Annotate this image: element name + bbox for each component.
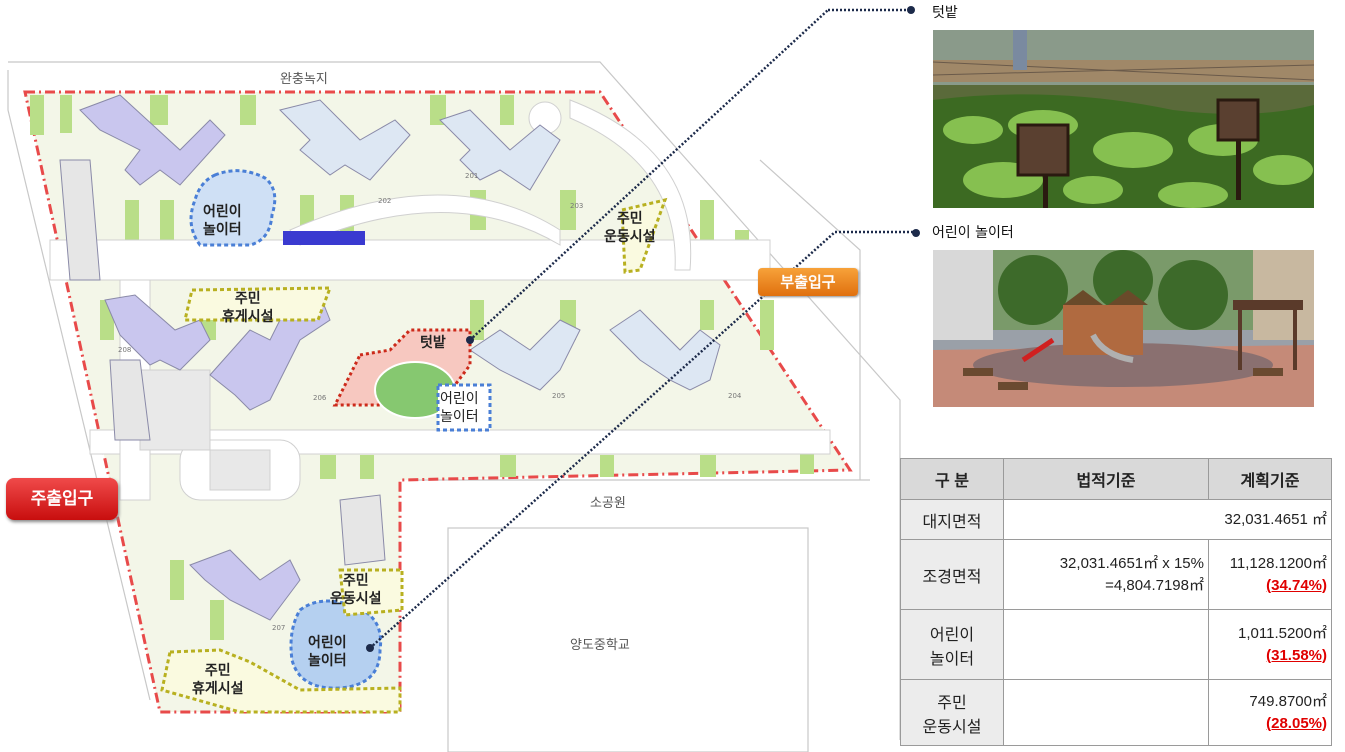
garden-label: 텃밭	[420, 335, 446, 351]
plan-value-cell: 11,128.1200㎡ (34.74%)	[1208, 539, 1332, 610]
plan-value-cell: 749.8700㎡ (28.05%)	[1208, 679, 1332, 746]
rest-label-1: 주민 휴게시설	[222, 291, 274, 325]
plan-percent: (28.05%)	[1266, 714, 1327, 732]
exercise-label-1: 주민 운동시설	[604, 211, 656, 245]
buffer-green-label: 완충녹지	[280, 72, 328, 87]
plan-percent: (31.58%)	[1266, 646, 1327, 664]
plan-value: 11,128.1200㎡	[1229, 554, 1327, 572]
parking-plaza	[139, 369, 211, 451]
table-header: 계획기준	[1208, 458, 1332, 500]
garden-photo	[933, 30, 1314, 208]
garden-photo-caption: 텃밭	[932, 5, 958, 21]
svg-text:201: 201	[465, 172, 478, 180]
rest-label-2: 주민 휴게시설	[192, 663, 244, 697]
table-header: 법적기준	[1003, 458, 1209, 500]
exercise-label-2: 주민 운동시설	[330, 573, 382, 607]
landscape-area-table: 구 분 법적기준 계획기준 대지면적 32,031.4651 ㎡ 조경면적 32…	[900, 458, 1332, 746]
playground-photo	[933, 250, 1314, 407]
row-label: 주민 운동시설	[900, 679, 1004, 746]
legal-standard-value	[1003, 679, 1209, 746]
row-label: 조경면적	[900, 539, 1004, 610]
playground-label-1: 어린이 놀이터	[203, 204, 242, 238]
plan-value: 1,011.5200㎡	[1238, 624, 1327, 642]
playground-photo-caption: 어린이 놀이터	[932, 225, 1014, 241]
svg-text:202: 202	[378, 197, 391, 205]
svg-text:207: 207	[272, 624, 285, 632]
svg-text:208: 208	[118, 346, 131, 354]
plan-value-cell: 1,011.5200㎡ (31.58%)	[1208, 609, 1332, 680]
legal-standard-value: 32,031.4651㎡ x 15% =4,804.7198㎡	[1003, 539, 1209, 610]
table-header-row: 구 분 법적기준 계획기준	[900, 458, 1332, 500]
plan-value: 749.8700㎡	[1249, 692, 1327, 710]
sub-entrance-tag: 부출입구	[758, 268, 858, 296]
plan-percent: (34.74%)	[1266, 576, 1327, 594]
table-row: 조경면적 32,031.4651㎡ x 15% =4,804.7198㎡ 11,…	[900, 539, 1332, 610]
small-park-label: 소공원	[590, 496, 626, 511]
table-header: 구 분	[900, 458, 1004, 500]
svg-text:206: 206	[313, 394, 327, 402]
fitness-strip	[283, 231, 365, 245]
svg-text:204: 204	[728, 392, 742, 400]
site-area-value: 32,031.4651 ㎡	[1003, 499, 1332, 540]
main-entrance-tag: 주출입구	[6, 478, 118, 520]
legal-standard-value	[1003, 609, 1209, 680]
svg-text:203: 203	[570, 202, 583, 210]
school-label: 양도중학교	[570, 638, 630, 653]
table-row: 주민 운동시설 749.8700㎡ (28.05%)	[900, 679, 1332, 746]
row-label: 어린이 놀이터	[900, 609, 1004, 680]
playground-label-3: 어린이 놀이터	[308, 635, 347, 669]
row-label: 대지면적	[900, 499, 1004, 540]
table-row: 어린이 놀이터 1,011.5200㎡ (31.58%)	[900, 609, 1332, 680]
svg-text:205: 205	[552, 392, 565, 400]
table-row: 대지면적 32,031.4651 ㎡	[900, 499, 1332, 540]
playground-label-2: 어린이 놀이터	[440, 391, 479, 425]
